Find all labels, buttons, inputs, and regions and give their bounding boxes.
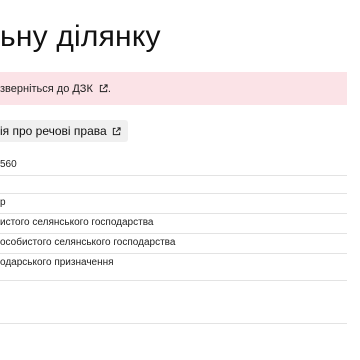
land-plot-page: ьну ділянку зверніться до ДЗК . ія про р… (0, 0, 360, 360)
property-rights-button[interactable]: ія про речові права (0, 120, 128, 142)
external-link-icon[interactable] (112, 126, 121, 136)
page-title: ьну ділянку (0, 20, 161, 53)
detail-row-empty-last (0, 281, 347, 324)
detail-row-area: 560 (0, 156, 347, 176)
alert-text: зверніться до (0, 82, 70, 95)
alert-banner: зверніться до ДЗК . (0, 72, 347, 105)
plot-details-list: 560 р истого селянського господарства ос… (0, 156, 347, 324)
alert-suffix: . (107, 82, 111, 95)
dzk-link-label[interactable]: ДЗК (72, 83, 93, 95)
detail-row-owner: р (0, 194, 347, 214)
external-link-icon[interactable] (99, 83, 108, 93)
property-rights-label[interactable]: ія про речові права (0, 124, 107, 138)
detail-row-purpose: истого селянського господарства (0, 214, 347, 234)
detail-row-empty (0, 176, 347, 194)
dzk-link[interactable]: ДЗК (72, 83, 108, 95)
detail-row-category: одарського призначення (0, 254, 347, 281)
detail-row-usage: особистого селянського господарства (0, 234, 347, 254)
